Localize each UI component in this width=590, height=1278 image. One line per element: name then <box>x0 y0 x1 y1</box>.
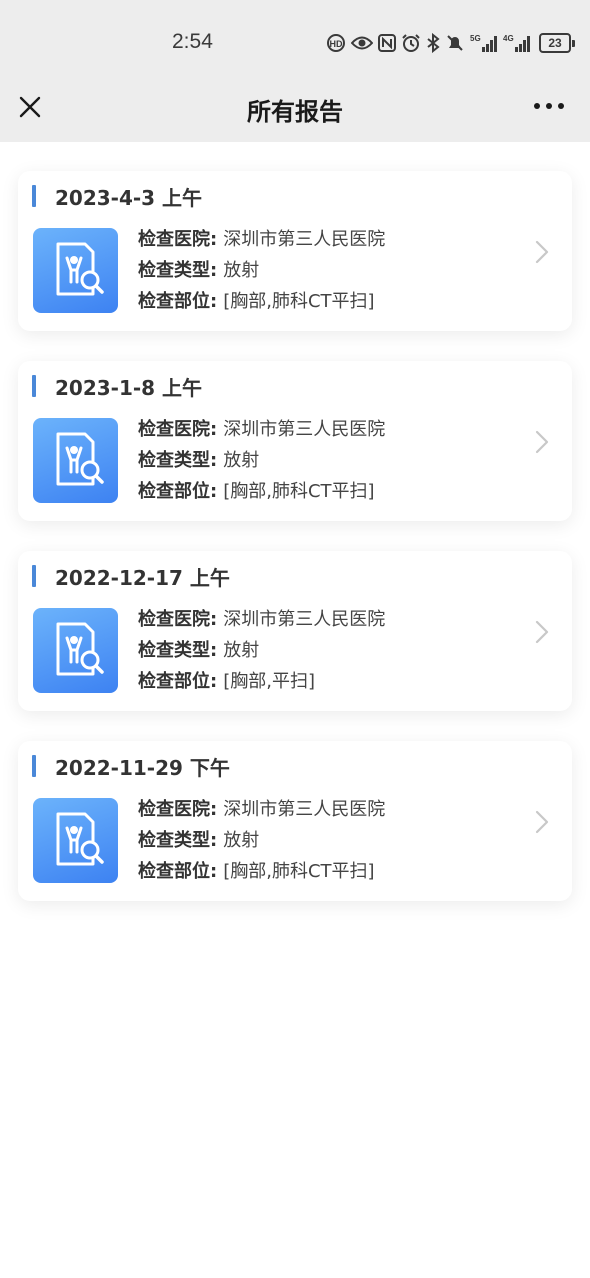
type-row: 检查类型: 放射 <box>138 638 385 669</box>
report-document-icon <box>33 798 118 883</box>
hospital-label: 检查医院: <box>138 419 218 440</box>
mute-icon <box>447 35 463 51</box>
report-info: 检查医院: 深圳市第三人民医院 检查类型: 放射 检查部位: [胸部,平扫] <box>138 607 385 700</box>
site-label: 检查部位: <box>138 481 218 502</box>
type-row: 检查类型: 放射 <box>138 448 385 479</box>
type-value: 放射 <box>223 640 260 661</box>
eye-icon <box>351 36 373 50</box>
hospital-value: 深圳市第三人民医院 <box>223 799 386 820</box>
svg-text:HD: HD <box>330 39 343 49</box>
bluetooth-icon <box>427 33 440 53</box>
hospital-value: 深圳市第三人民医院 <box>223 609 386 630</box>
date-accent-bar <box>32 185 36 207</box>
svg-text:5G: 5G <box>470 34 481 43</box>
chevron-right-icon <box>535 240 549 264</box>
site-value: [胸部,肺科CT平扫] <box>223 481 375 502</box>
battery-level: 23 <box>539 33 571 53</box>
hospital-value: 深圳市第三人民医院 <box>223 419 386 440</box>
hospital-label: 检查医院: <box>138 799 218 820</box>
report-list: 2023-4-3 上午 检查医院: 深圳市第三人民医院 检查类型: 放射 检查部位:… <box>18 171 572 931</box>
site-row: 检查部位: [胸部,平扫] <box>138 669 385 700</box>
report-card[interactable]: 2023-1-8 上午 检查医院: 深圳市第三人民医院 检查类型: 放射 检查部位:… <box>18 361 572 521</box>
report-card[interactable]: 2023-4-3 上午 检查医院: 深圳市第三人民医院 检查类型: 放射 检查部位:… <box>18 171 572 331</box>
battery-icon: 23 <box>539 33 575 53</box>
4g-signal-icon: 4G <box>503 34 530 52</box>
hospital-row: 检查医院: 深圳市第三人民医院 <box>138 227 385 258</box>
site-value: [胸部,肺科CT平扫] <box>223 291 375 312</box>
site-label: 检查部位: <box>138 671 218 692</box>
site-row: 检查部位: [胸部,肺科CT平扫] <box>138 859 385 890</box>
report-card[interactable]: 2022-12-17 上午 检查医院: 深圳市第三人民医院 检查类型: 放射 检查部… <box>18 551 572 711</box>
type-value: 放射 <box>223 450 260 471</box>
page-title: 所有报告 <box>247 98 343 126</box>
alarm-icon <box>402 34 420 52</box>
type-value: 放射 <box>223 830 260 851</box>
hd-call-icon: HD <box>327 34 345 52</box>
report-info: 检查医院: 深圳市第三人民医院 检查类型: 放射 检查部位: [胸部,肺科CT平扫] <box>138 417 385 510</box>
site-row: 检查部位: [胸部,肺科CT平扫] <box>138 479 385 510</box>
report-date: 2022-12-17 上午 <box>55 566 230 590</box>
chevron-right-icon <box>535 620 549 644</box>
report-info: 检查医院: 深圳市第三人民医院 检查类型: 放射 检查部位: [胸部,肺科CT平扫] <box>138 797 385 890</box>
nfc-icon <box>378 34 396 52</box>
report-document-icon <box>33 228 118 313</box>
hospital-label: 检查医院: <box>138 609 218 630</box>
type-label: 检查类型: <box>138 830 218 851</box>
date-accent-bar <box>32 755 36 777</box>
hospital-row: 检查医院: 深圳市第三人民医院 <box>138 607 385 638</box>
type-label: 检查类型: <box>138 450 218 471</box>
svg-text:4G: 4G <box>503 34 514 43</box>
hospital-value: 深圳市第三人民医院 <box>223 229 386 250</box>
site-value: [胸部,肺科CT平扫] <box>223 861 375 882</box>
type-value: 放射 <box>223 260 260 281</box>
site-label: 检查部位: <box>138 861 218 882</box>
status-time: 2:54 <box>172 30 213 53</box>
chevron-right-icon <box>535 430 549 454</box>
report-date: 2022-11-29 下午 <box>55 756 230 780</box>
date-accent-bar <box>32 565 36 587</box>
hospital-row: 检查医院: 深圳市第三人民医院 <box>138 417 385 448</box>
report-date: 2023-4-3 上午 <box>55 186 203 210</box>
hospital-row: 检查医院: 深圳市第三人民医院 <box>138 797 385 828</box>
report-date: 2023-1-8 上午 <box>55 376 203 400</box>
date-accent-bar <box>32 375 36 397</box>
type-row: 检查类型: 放射 <box>138 828 385 859</box>
site-row: 检查部位: [胸部,肺科CT平扫] <box>138 289 385 320</box>
type-row: 检查类型: 放射 <box>138 258 385 289</box>
report-card[interactable]: 2022-11-29 下午 检查医院: 深圳市第三人民医院 检查类型: 放射 检查部… <box>18 741 572 901</box>
site-value: [胸部,平扫] <box>223 671 315 692</box>
report-info: 检查医院: 深圳市第三人民医院 检查类型: 放射 检查部位: [胸部,肺科CT平扫] <box>138 227 385 320</box>
type-label: 检查类型: <box>138 640 218 661</box>
nav-bar: 所有报告 <box>0 84 590 142</box>
report-document-icon <box>33 418 118 503</box>
type-label: 检查类型: <box>138 260 218 281</box>
status-bar: 2:54 HD 5G 4G 23 <box>0 0 590 84</box>
hospital-label: 检查医院: <box>138 229 218 250</box>
chevron-right-icon <box>535 810 549 834</box>
more-icon[interactable] <box>532 96 566 116</box>
5g-signal-icon: 5G <box>470 34 497 52</box>
status-icons: HD 5G 4G 23 <box>326 30 575 56</box>
site-label: 检查部位: <box>138 291 218 312</box>
report-document-icon <box>33 608 118 693</box>
